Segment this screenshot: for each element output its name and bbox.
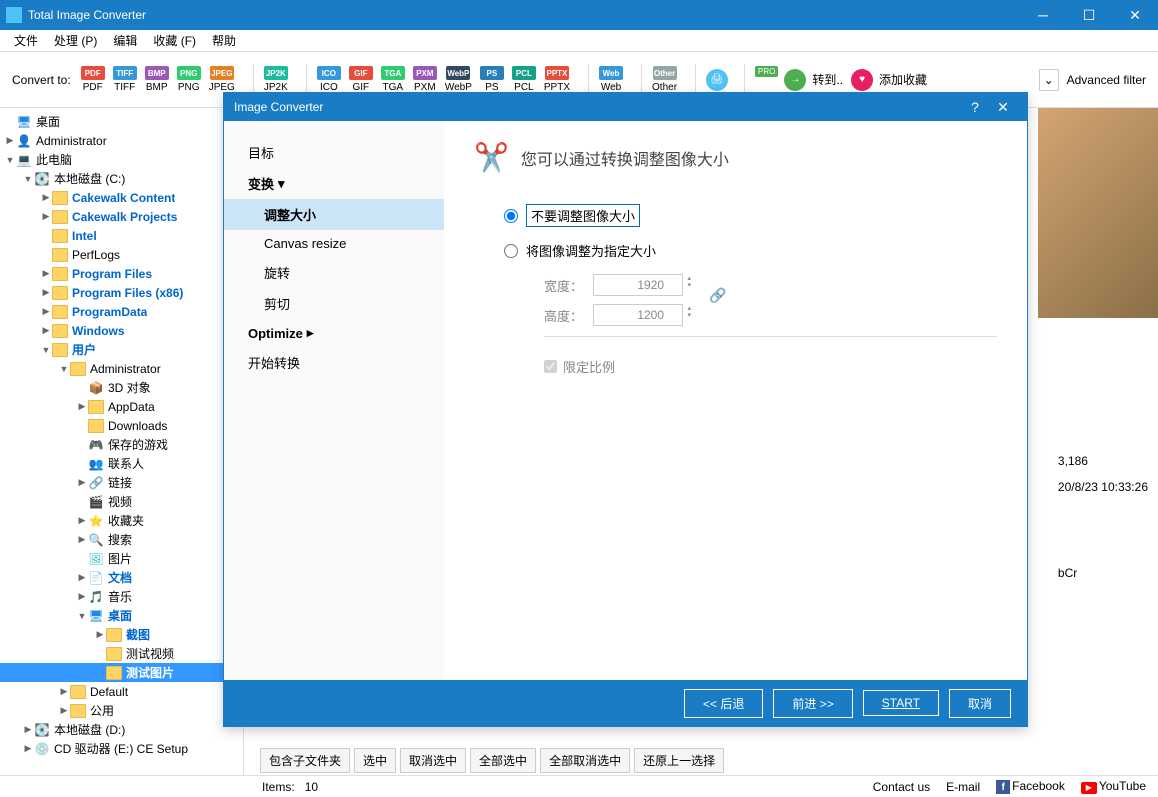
- fmt-gif[interactable]: GIFGIF: [349, 66, 373, 93]
- fmt-jpeg[interactable]: JPEGJPEG: [209, 66, 235, 93]
- menu-edit[interactable]: 编辑: [105, 32, 145, 49]
- tree-selected-item: 测试图片: [0, 663, 243, 682]
- close-button[interactable]: ✕: [1112, 0, 1158, 30]
- contact-link[interactable]: Contact us: [873, 780, 930, 794]
- sidebar-target[interactable]: 目标: [224, 137, 444, 168]
- statusbar: Items: 10 Contact us E-mail fFacebook ▶Y…: [0, 775, 1158, 797]
- dialog-titlebar[interactable]: Image Converter ? ✕: [224, 93, 1027, 121]
- btn-uncheck-all[interactable]: 全部取消选中: [540, 748, 630, 773]
- menu-process[interactable]: 处理 (P): [46, 32, 105, 49]
- btn-uncheck[interactable]: 取消选中: [400, 748, 466, 773]
- lock-ratio-checkbox[interactable]: [544, 360, 557, 373]
- filter-dropdown[interactable]: ⌄: [1039, 69, 1059, 91]
- facebook-link[interactable]: fFacebook: [996, 779, 1065, 795]
- sidebar-optimize[interactable]: Optimize▸: [224, 319, 444, 347]
- folder-tree[interactable]: 🖥桌面 ▶👤Administrator ▼💻此电脑 ▼💽本地磁盘 (C:) ▶C…: [0, 108, 244, 775]
- info-date: 20/8/23 10:33:26: [1058, 474, 1148, 500]
- height-label: 高度：: [544, 306, 583, 325]
- chevron-right-icon: ▸: [307, 325, 314, 341]
- items-count: 10: [305, 780, 318, 794]
- sidebar-canvas[interactable]: Canvas resize: [224, 230, 444, 257]
- btn-subfolders[interactable]: 包含子文件夹: [260, 748, 350, 773]
- height-input[interactable]: [593, 304, 683, 326]
- youtube-link[interactable]: ▶YouTube: [1081, 779, 1146, 794]
- btn-restore[interactable]: 还原上一选择: [634, 748, 724, 773]
- width-input[interactable]: [593, 274, 683, 296]
- dialog-heading: 您可以通过转换调整图像大小: [521, 146, 729, 170]
- sidebar-transform[interactable]: 变换▾: [224, 168, 444, 199]
- link-ratio-icon[interactable]: 🔗: [709, 287, 726, 304]
- fmt-pcl[interactable]: PCLPCL: [512, 66, 536, 93]
- fmt-ps[interactable]: PSPS: [480, 66, 504, 93]
- info-size: 3,186: [1058, 448, 1148, 474]
- radio-no-resize[interactable]: [504, 209, 518, 223]
- fmt-jp2k[interactable]: JP2KJP2K: [264, 66, 288, 93]
- lock-ratio-label: 限定比例: [563, 357, 615, 376]
- chevron-down-icon: ▾: [278, 176, 285, 192]
- menubar: 文件 处理 (P) 编辑 收藏 (F) 帮助: [0, 30, 1158, 52]
- sidebar-crop[interactable]: 剪切: [224, 288, 444, 319]
- convert-to-label: Convert to:: [12, 73, 71, 87]
- selection-toolbar: 包含子文件夹 选中 取消选中 全部选中 全部取消选中 还原上一选择: [260, 748, 724, 773]
- fmt-pptx[interactable]: PPTXPPTX: [544, 66, 570, 93]
- app-icon: [6, 7, 22, 23]
- fmt-png[interactable]: PNGPNG: [177, 66, 201, 93]
- info-color: bCr: [1058, 560, 1148, 586]
- fmt-pxm[interactable]: PXMPXM: [413, 66, 437, 93]
- cancel-button[interactable]: 取消: [949, 689, 1011, 718]
- sidebar-rotate[interactable]: 旋转: [224, 257, 444, 288]
- menu-file[interactable]: 文件: [6, 32, 46, 49]
- sidebar-start[interactable]: 开始转换: [224, 347, 444, 378]
- menu-help[interactable]: 帮助: [204, 32, 244, 49]
- menu-favorites[interactable]: 收藏 (F): [145, 32, 204, 49]
- dialog-title: Image Converter: [234, 100, 961, 114]
- fmt-ico[interactable]: ICOICO: [317, 66, 341, 93]
- btn-check[interactable]: 选中: [354, 748, 396, 773]
- preview-image: [1038, 108, 1158, 318]
- fmt-webp[interactable]: WebPWebP: [445, 66, 472, 93]
- favorite-label[interactable]: 添加收藏: [879, 71, 927, 88]
- dialog-help-button[interactable]: ?: [961, 99, 989, 115]
- width-label: 宽度：: [544, 276, 583, 295]
- btn-check-all[interactable]: 全部选中: [470, 748, 536, 773]
- goto-icon[interactable]: →: [784, 69, 806, 91]
- email-link[interactable]: E-mail: [946, 780, 980, 794]
- fmt-pdf[interactable]: PDFPDF: [81, 66, 105, 93]
- dialog-sidebar: 目标 变换▾ 调整大小 Canvas resize 旋转 剪切 Optimize…: [224, 121, 444, 680]
- print-icon[interactable]: 🖨: [706, 69, 728, 91]
- start-button[interactable]: START: [863, 690, 939, 716]
- opt-no-resize-label: 不要调整图像大小: [526, 204, 640, 227]
- heart-icon[interactable]: ♥: [851, 69, 873, 91]
- forward-button[interactable]: 前进 >>: [773, 689, 852, 718]
- sidebar-resize[interactable]: 调整大小: [224, 199, 444, 230]
- fmt-tga[interactable]: TGATGA: [381, 66, 405, 93]
- opt-resize-to-label: 将图像调整为指定大小: [526, 241, 656, 260]
- fmt-tiff[interactable]: TIFFTIFF: [113, 66, 137, 93]
- dialog-footer: << 后退 前进 >> START 取消: [224, 680, 1027, 726]
- back-button[interactable]: << 后退: [684, 689, 763, 718]
- advanced-filter-label[interactable]: Advanced filter: [1067, 73, 1146, 87]
- image-converter-dialog: Image Converter ? ✕ 目标 变换▾ 调整大小 Canvas r…: [223, 92, 1028, 727]
- youtube-icon: ▶: [1081, 782, 1097, 794]
- dialog-close-button[interactable]: ✕: [989, 99, 1017, 116]
- main-titlebar: Total Image Converter ─ ☐ ✕: [0, 0, 1158, 30]
- radio-resize-to[interactable]: [504, 244, 518, 258]
- app-title: Total Image Converter: [28, 8, 1020, 22]
- goto-label[interactable]: 转到..: [812, 71, 843, 88]
- scissors-icon: ✂️: [474, 141, 509, 174]
- fmt-bmp[interactable]: BMPBMP: [145, 66, 169, 93]
- fmt-other[interactable]: OtherOther: [652, 66, 677, 93]
- dialog-content: ✂️ 您可以通过转换调整图像大小 不要调整图像大小 将图像调整为指定大小 宽度：…: [444, 121, 1027, 680]
- fmt-web[interactable]: WebWeb: [599, 66, 623, 93]
- maximize-button[interactable]: ☐: [1066, 0, 1112, 30]
- facebook-icon: f: [996, 780, 1010, 794]
- pro-badge: PRO: [755, 66, 778, 77]
- items-label: Items:: [262, 780, 295, 794]
- minimize-button[interactable]: ─: [1020, 0, 1066, 30]
